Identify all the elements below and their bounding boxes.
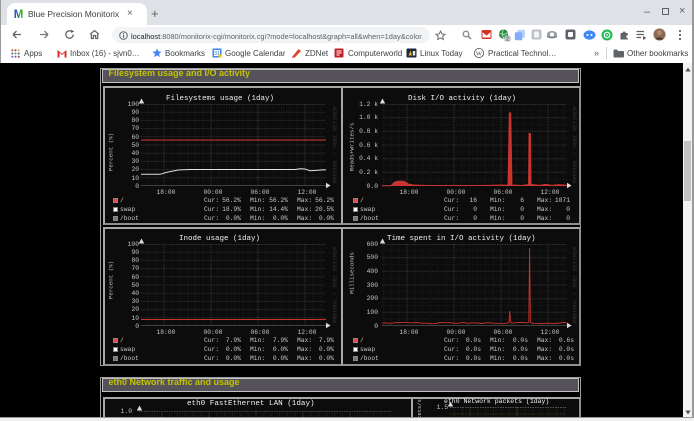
svg-text:M: M (14, 9, 24, 19)
svg-text:W: W (476, 50, 483, 57)
svg-text:2: 2 (506, 37, 509, 43)
